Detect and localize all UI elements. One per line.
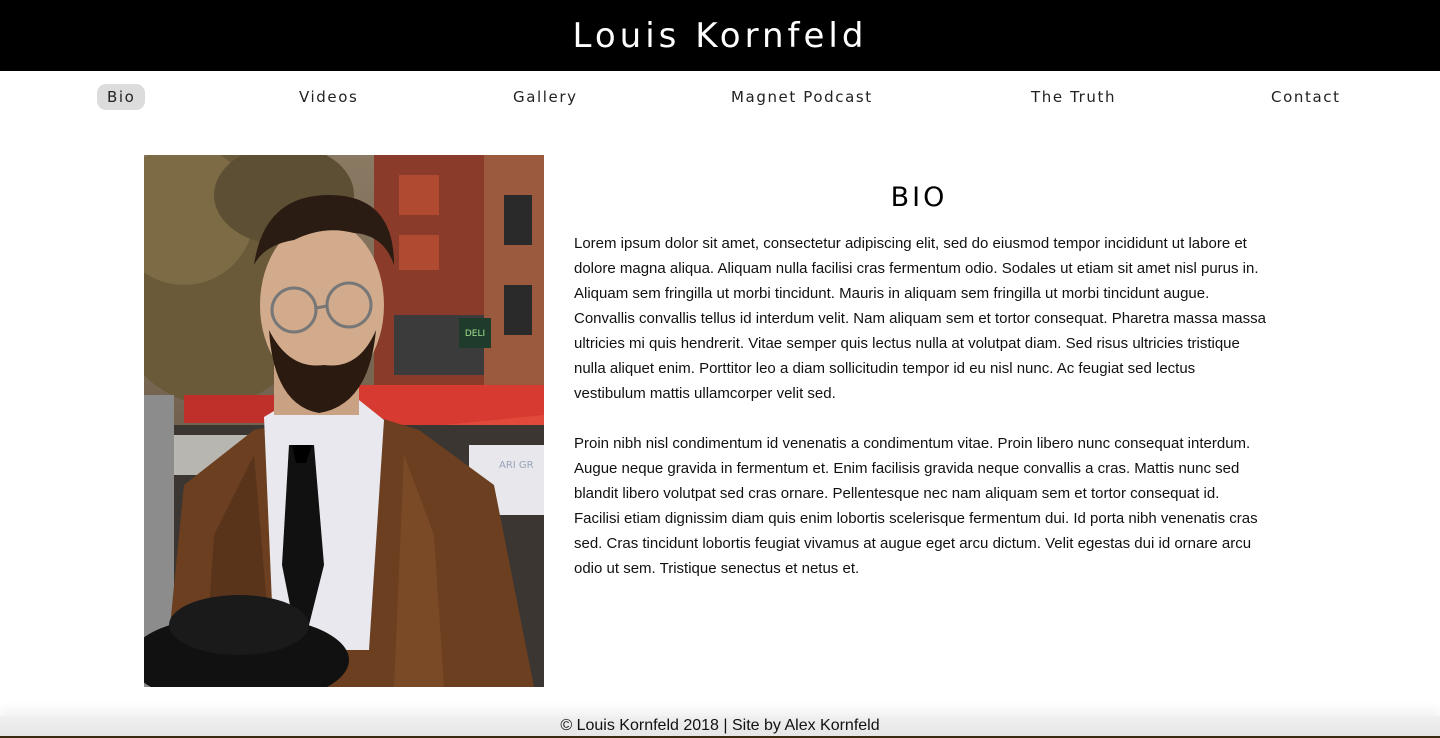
- truck-text: ARI GR: [499, 460, 534, 471]
- nav-item-gallery[interactable]: Gallery: [503, 84, 588, 110]
- deli-sign-text: DELI: [465, 329, 485, 339]
- nav-item-magnet-podcast[interactable]: Magnet Podcast: [721, 84, 883, 110]
- bio-heading: BIO: [890, 182, 948, 213]
- site-title[interactable]: Louis Kornfeld: [573, 16, 868, 56]
- site-header: Louis Kornfeld: [0, 0, 1440, 71]
- site-footer: © Louis Kornfeld 2018 | Site by Alex Kor…: [0, 716, 1440, 736]
- nav-item-videos[interactable]: Videos: [289, 84, 368, 110]
- main-nav: Bio Videos Gallery Magnet Podcast The Tr…: [0, 71, 1440, 121]
- footer-text: © Louis Kornfeld 2018 | Site by Alex Kor…: [560, 717, 880, 734]
- bio-text: Lorem ipsum dolor sit amet, consectetur …: [574, 231, 1268, 606]
- portrait-photo: DELI ARI GR: [144, 155, 544, 687]
- nav-item-contact[interactable]: Contact: [1261, 84, 1351, 110]
- nav-item-the-truth[interactable]: The Truth: [1021, 84, 1126, 110]
- bio-paragraph: Lorem ipsum dolor sit amet, consectetur …: [574, 235, 1266, 402]
- bio-paragraph: Proin nibh nisl condimentum id venenatis…: [574, 435, 1258, 577]
- nav-item-bio[interactable]: Bio: [97, 84, 146, 110]
